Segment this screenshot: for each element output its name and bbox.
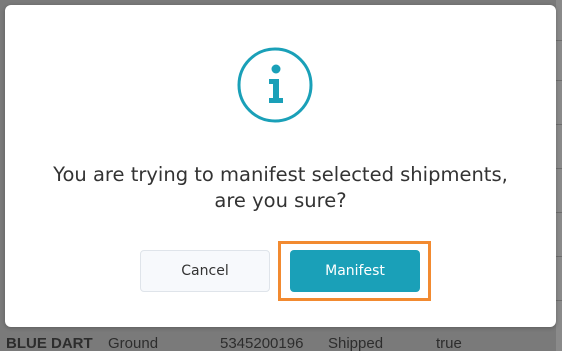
- manifest-button[interactable]: Manifest: [290, 250, 420, 292]
- row-divider: [556, 124, 562, 125]
- table-row: BLUE DART Ground 5345200196 Shipped true: [0, 333, 562, 351]
- cancel-button[interactable]: Cancel: [140, 250, 270, 292]
- mode-cell: Ground: [108, 335, 159, 351]
- message-line-1: You are trying to manifest selected ship…: [53, 163, 508, 186]
- screen: BLUE DART Ground 5345200196 Shipped true…: [0, 0, 562, 351]
- row-divider: [556, 80, 562, 81]
- flag-cell: true: [436, 335, 462, 351]
- row-divider: [556, 168, 562, 169]
- confirm-manifest-dialog: You are trying to manifest selected ship…: [5, 5, 556, 327]
- info-icon: [237, 47, 313, 123]
- row-divider: [556, 300, 562, 301]
- awb-cell: 5345200196: [220, 335, 304, 351]
- row-divider: [556, 40, 562, 41]
- status-cell: Shipped: [328, 335, 384, 351]
- backdrop-table-edge: [556, 0, 562, 351]
- row-divider: [556, 212, 562, 213]
- dialog-message: You are trying to manifest selected ship…: [5, 162, 556, 214]
- row-divider: [556, 256, 562, 257]
- carrier-cell: BLUE DART: [6, 335, 93, 351]
- message-line-2: are you sure?: [214, 189, 347, 212]
